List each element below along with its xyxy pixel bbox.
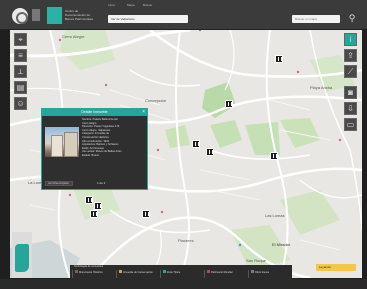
app-window: Centro de Documentación de Bienes Patrim… (0, 0, 367, 289)
map-label-placeres: Placeres (178, 238, 194, 243)
legend-swatch (75, 270, 78, 273)
building-photo[interactable] (45, 127, 79, 157)
legend-item: Patrimonio Mundial (204, 270, 246, 278)
legend-label: Inmueble de Conservación (123, 271, 153, 274)
region-shape (15, 244, 29, 272)
heritage-marker[interactable] (90, 210, 98, 218)
measure-icon[interactable]: ⟂ (14, 65, 27, 78)
heritage-marker[interactable] (206, 148, 214, 156)
legend-label: Patrimonio Mundial (211, 271, 233, 274)
legend-swatch (207, 270, 210, 273)
download-icon[interactable]: ⇩ (344, 102, 357, 115)
legend-swatch (163, 270, 166, 273)
legend-button[interactable]: Leyenda (316, 264, 356, 271)
print-icon[interactable]: ▭ (344, 118, 357, 131)
brand-text: Centro de Documentación de Bienes Patrim… (65, 9, 94, 21)
heritage-marker[interactable] (225, 100, 233, 108)
heritage-marker[interactable] (192, 140, 200, 148)
ruler-icon[interactable]: ⟋ (344, 65, 357, 78)
tab-search[interactable]: Buscar (143, 3, 152, 7)
brand-logo (47, 7, 62, 24)
heritage-marker[interactable] (142, 210, 150, 218)
map-label-cerro-alegre: Cerro Alegre (62, 34, 85, 39)
heritage-marker[interactable] (270, 152, 278, 160)
legend-item: Otros bienes (248, 270, 290, 278)
top-bar: Centro de Documentación de Bienes Patrim… (0, 0, 367, 30)
close-icon[interactable]: × (142, 109, 145, 116)
map-search-input[interactable]: Buscar en mapa (292, 15, 340, 23)
feature-popup: Detalle Inmueble × Nombre: Palacio Babur… (41, 108, 148, 190)
stack-icon[interactable]: ▤ (14, 81, 27, 94)
map-label-las-lomas: Las Lomas (265, 213, 285, 218)
location-pin-icon[interactable]: ⌖ (14, 33, 27, 46)
tab-home[interactable]: Inicio (108, 3, 115, 7)
popup-line: Estado: Bueno (82, 153, 100, 157)
legend-item: Monumento Histórico (72, 270, 114, 278)
layers-icon[interactable]: ≡ (14, 49, 27, 62)
legend-item: Inmueble de Conservación (116, 270, 158, 278)
map-label-playa-ancha: Playa Ancha (310, 85, 333, 90)
info-icon[interactable]: i (344, 33, 357, 46)
footer-bar (0, 279, 367, 289)
legend-label: Zona Típica (167, 271, 181, 274)
app-logo-icon[interactable] (12, 8, 28, 24)
location-search-input[interactable]: Ver de Valparaíso (108, 15, 188, 23)
camera-icon[interactable]: ◙ (344, 86, 357, 99)
map-label-el-mirador: El Mirador (272, 242, 291, 247)
map-label-concepcion: Concepción (145, 98, 167, 103)
region-minimap[interactable] (12, 232, 32, 278)
person-icon[interactable]: ☺ (14, 97, 27, 110)
legend-swatch (119, 270, 122, 273)
heritage-marker[interactable] (94, 202, 102, 210)
map-label-san-roque: San Roque (246, 258, 267, 263)
legend-strip: Simbología de inmuebles Monumento Histór… (70, 265, 292, 279)
menu-icon[interactable] (32, 9, 40, 21)
popup-pager[interactable]: 1 de 3 (97, 181, 105, 185)
search-icon[interactable]: ⚲ (347, 13, 357, 23)
legend-heading: Simbología de inmuebles (74, 265, 104, 268)
view-details-button[interactable]: Ver ficha completa (45, 181, 73, 186)
legend-swatch (251, 270, 254, 273)
heritage-marker[interactable] (275, 55, 283, 63)
popup-title: Detalle Inmueble (42, 109, 147, 116)
share-icon[interactable]: ⇪ (344, 49, 357, 62)
heritage-marker[interactable] (85, 196, 93, 204)
popup-details: Nombre: Palacio Baburizza del Cerro Aleg… (82, 118, 146, 158)
legend-label: Otros bienes (255, 271, 270, 274)
legend-item: Zona Típica (160, 270, 202, 278)
legend-label: Monumento Histórico (79, 271, 103, 274)
tab-map[interactable]: Mapa (127, 3, 135, 7)
